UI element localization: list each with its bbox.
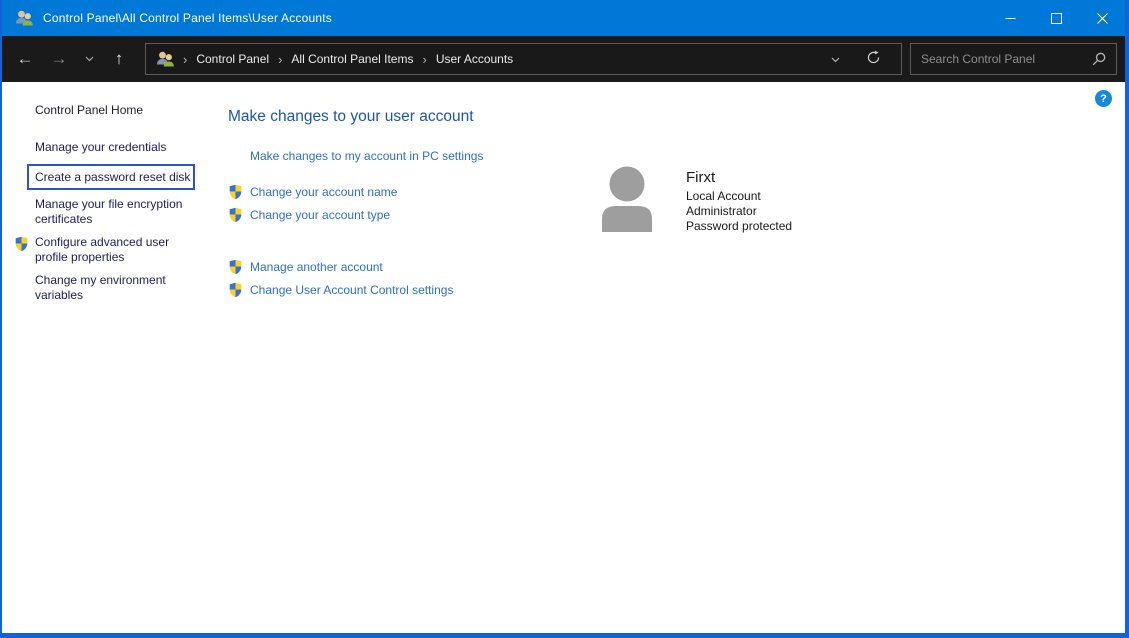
sidebar-item-control-panel-home[interactable]: Control Panel Home [35,103,207,117]
close-icon [1097,13,1108,24]
user-avatar-icon [602,166,654,232]
help-button[interactable]: ? [1095,90,1112,107]
uac-shield-icon [14,236,29,252]
chevron-down-icon [85,56,94,62]
sidebar-item-label: Create a password reset disk [35,170,190,184]
user-accounts-icon [15,10,34,26]
breadcrumb-separator[interactable]: › [270,52,290,67]
task-link-label: Manage another account [250,260,383,274]
breadcrumb-separator[interactable]: › [175,52,195,67]
search-input[interactable] [921,52,1086,66]
sidebar-item-create-password-reset-disk[interactable]: Create a password reset disk [27,164,195,191]
recent-locations-button[interactable] [76,42,102,76]
sidebar-item-manage-file-encryption-certificates[interactable]: Manage your file encryption certificates [35,197,197,226]
task-manage-another-account[interactable]: Manage another account [228,259,383,275]
sidebar-item-configure-advanced-user-profile[interactable]: Configure advanced user profile properti… [35,235,197,264]
breadcrumb-control-panel[interactable]: Control Panel [195,51,270,67]
user-info: Firxt Local Account Administrator Passwo… [686,166,792,234]
user-card: Firxt Local Account Administrator Passwo… [602,166,792,234]
uac-shield-icon [228,207,243,223]
maximize-button[interactable] [1033,0,1079,36]
up-arrow-icon: ↑ [115,49,124,69]
close-button[interactable] [1079,0,1125,36]
uac-shield-icon [228,259,243,275]
user-account-kind: Local Account [686,189,792,204]
main-area: Control Panel Home Manage your credentia… [2,82,1125,633]
sidebar-item-manage-credentials[interactable]: Manage your credentials [35,140,197,155]
task-change-account-name[interactable]: Change your account name [228,184,397,200]
refresh-button[interactable] [866,50,881,68]
task-link-label: Change your account type [250,208,390,222]
search-icon[interactable] [1092,52,1106,66]
refresh-icon [866,50,881,65]
search-box [910,43,1117,75]
breadcrumb-user-accounts[interactable]: User Accounts [435,51,514,67]
task-change-uac-settings[interactable]: Change User Account Control settings [228,282,453,298]
forward-arrow-icon: → [51,49,68,69]
content-pane: Make changes to your user account Make c… [228,82,1117,633]
sidebar-item-label: Configure advanced user profile properti… [35,235,169,264]
address-bar[interactable]: › Control Panel › All Control Panel Item… [145,43,902,75]
caption-buttons [987,0,1125,36]
breadcrumb-all-control-panel-items[interactable]: All Control Panel Items [290,51,414,67]
sidebar: Control Panel Home Manage your credentia… [35,103,207,311]
task-link-label: Change User Account Control settings [250,283,453,297]
user-accounts-location-icon [156,51,175,67]
minimize-icon [1005,13,1016,24]
title-bar: Control Panel\All Control Panel Items\Us… [2,0,1125,36]
forward-button[interactable]: → [42,42,76,76]
sidebar-item-change-environment-variables[interactable]: Change my environment variables [35,273,197,302]
user-name: Firxt [686,169,792,186]
minimize-button[interactable] [987,0,1033,36]
back-button[interactable]: ← [8,42,42,76]
uac-shield-icon [228,282,243,298]
navigation-bar: ← → ↑ › Control Panel › All Control Pane… [2,36,1125,82]
control-panel-window: Control Panel\All Control Panel Items\Us… [0,0,1129,638]
task-link-label: Change your account name [250,185,397,199]
user-password-status: Password protected [686,219,792,234]
breadcrumb-separator[interactable]: › [414,52,434,67]
window-title: Control Panel\All Control Panel Items\Us… [43,11,987,25]
address-dropdown-button[interactable] [825,48,846,70]
task-change-account-type[interactable]: Change your account type [228,207,390,223]
maximize-icon [1051,13,1062,24]
page-title: Make changes to your user account [228,108,474,126]
up-button[interactable]: ↑ [102,42,136,76]
question-mark-icon: ? [1100,93,1107,105]
back-arrow-icon: ← [17,49,34,69]
chevron-down-icon [831,57,840,63]
user-role: Administrator [686,204,792,219]
pc-settings-link[interactable]: Make changes to my account in PC setting… [250,149,483,163]
uac-shield-icon [228,184,243,200]
